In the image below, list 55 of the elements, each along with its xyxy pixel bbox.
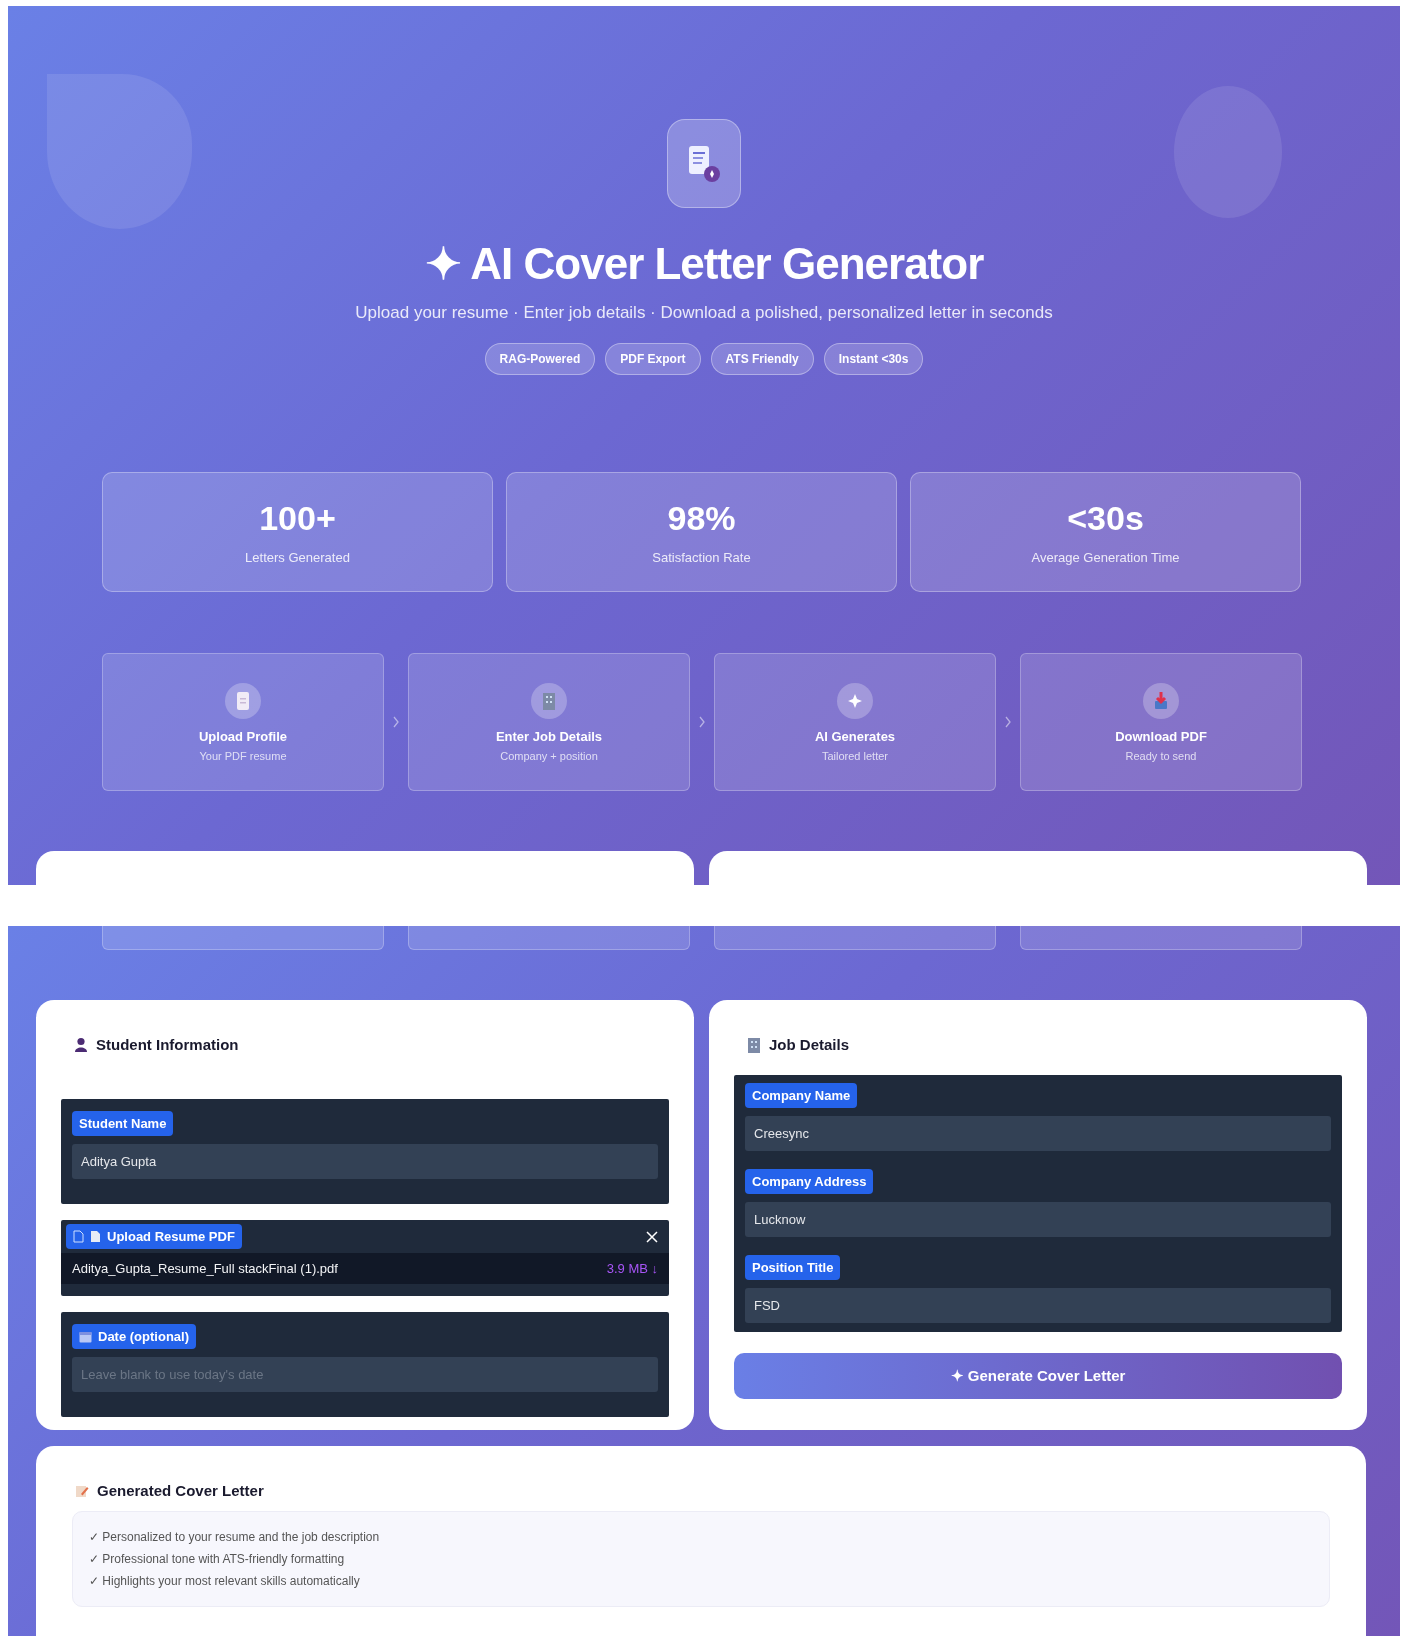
step-subtitle: Company + position — [500, 749, 598, 762]
field-label: Company Address — [745, 1169, 874, 1194]
feature-badge: PDF Export — [605, 343, 701, 375]
file-outline-icon — [73, 1230, 84, 1243]
building-icon — [747, 1036, 761, 1053]
stat-label: Letters Generated — [245, 550, 350, 565]
building-icon — [531, 682, 567, 719]
person-icon — [74, 1037, 88, 1052]
step-subtitle: Ready to send — [1125, 749, 1197, 762]
download-icon — [1143, 682, 1179, 719]
step-title: Download PDF — [1115, 728, 1207, 744]
stat-label: Average Generation Time — [1031, 550, 1180, 565]
input-field[interactable]: Aditya Gupta — [72, 1144, 658, 1179]
stat-value: 100+ — [259, 499, 336, 538]
page-subtitle: Upload your resume · Enter job details · Download a polished, personalized letter in seconds — [355, 303, 1053, 323]
input-field[interactable]: Lucknow — [745, 1202, 1331, 1237]
step-subtitle: Your PDF resume — [199, 749, 287, 762]
field-label: Position Title — [745, 1255, 841, 1280]
input-field[interactable]: FSD — [745, 1288, 1331, 1323]
feature-point: ✓ Professional tone with ATS-friendly formatting — [89, 1551, 346, 1568]
step-subtitle: Tailored letter — [821, 749, 888, 762]
file-size: 3.9 MB ↓ — [606, 1261, 658, 1276]
date-input-field[interactable]: Leave blank to use today's date — [72, 1357, 658, 1392]
step-title: Upload Profile — [198, 728, 288, 744]
feature-point: ✓ Personalized to your resume and the job description — [89, 1529, 381, 1546]
close-icon — [646, 1230, 658, 1243]
chevron-right-icon — [1004, 716, 1012, 728]
feature-badge: ATS Friendly — [710, 343, 814, 375]
stat-label: Satisfaction Rate — [652, 550, 751, 565]
field-label: Date (optional) — [98, 1329, 189, 1344]
document-logo-icon — [667, 119, 741, 208]
feature-badge: RAG-Powered — [484, 343, 596, 375]
generate-button[interactable]: ✦ Generate Cover Letter — [734, 1353, 1342, 1399]
field-label: Student Name — [72, 1111, 174, 1136]
memo-icon — [75, 1483, 89, 1498]
chevron-right-icon — [392, 716, 400, 728]
chevron-right-icon — [698, 716, 706, 728]
document-icon — [225, 682, 261, 719]
input-field[interactable]: Creesync — [745, 1116, 1331, 1151]
card-title: Generated Cover Letter — [97, 1482, 264, 1499]
feature-badge: Instant <30s — [823, 343, 924, 375]
upload-button[interactable]: Upload Resume PDF — [66, 1224, 242, 1249]
stat-value: <30s — [1067, 499, 1144, 538]
document-icon — [90, 1230, 101, 1243]
sparkle-icon — [837, 682, 873, 719]
field-label: Company Name — [745, 1083, 858, 1108]
stat-value: 98% — [667, 499, 736, 538]
card-title: Job Details — [769, 1036, 850, 1053]
card-title: Student Information — [96, 1036, 239, 1053]
step-title: AI Generates — [814, 728, 896, 744]
feature-point: ✓ Highlights your most relevant skills automatically — [89, 1573, 361, 1590]
calendar-icon — [79, 1330, 92, 1343]
page-title: ✦ AI Cover Letter Generator — [424, 238, 984, 289]
file-name: Aditya_Gupta_Resume_Full stackFinal (1).pdf — [72, 1261, 338, 1276]
step-title: Enter Job Details — [495, 728, 603, 744]
